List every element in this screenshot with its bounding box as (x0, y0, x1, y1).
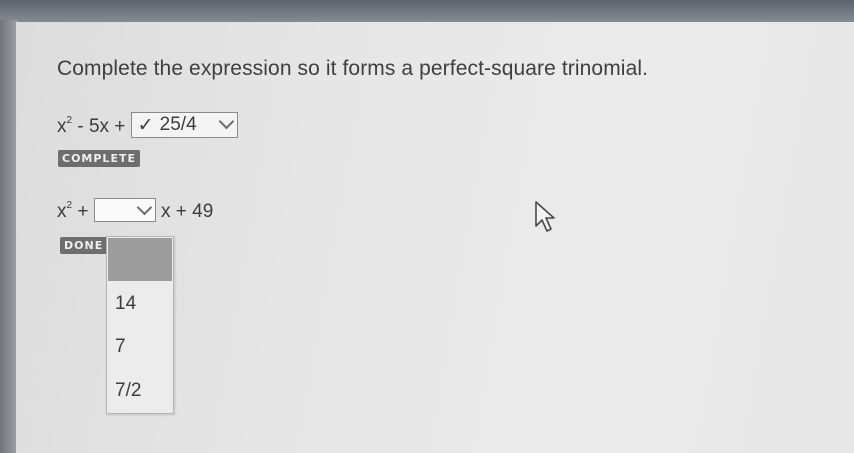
problem2-variable: x (57, 201, 67, 223)
check-icon: ✓ (137, 115, 154, 136)
problem1-answer-select[interactable]: ✓ 25/4 (130, 112, 238, 138)
problem1-variable: x (57, 116, 67, 138)
problem2-expression: x2 + x + 49 (57, 198, 214, 224)
browser-top-band (0, 0, 854, 24)
chevron-down-icon (136, 199, 152, 216)
problem1-exponent: 2 (66, 114, 73, 126)
dropdown-empty-option[interactable] (108, 238, 172, 281)
question-prompt: Complete the expression so it forms a pe… (57, 57, 649, 80)
mouse-cursor-icon (535, 201, 555, 232)
problem2-answer-select[interactable] (93, 198, 156, 222)
status-badge-complete: COMPLETE (58, 150, 140, 167)
problem1-selected-value: 25/4 (159, 114, 197, 135)
dropdown-option-7[interactable]: 7 (115, 336, 126, 358)
problem1-middle-term: - 5x + (72, 116, 131, 138)
problem2-exponent: 2 (66, 199, 73, 211)
problem2-plus: + (72, 201, 94, 223)
dropdown-option-14[interactable]: 14 (115, 293, 136, 315)
status-badge-done: DONE (60, 237, 112, 254)
dropdown-option-7-2[interactable]: 7/2 (115, 380, 141, 402)
problem1-expression: x2 - 5x + ✓ 25/4 (57, 112, 238, 140)
problem2-dropdown-menu: 14 7 7/2 (106, 236, 174, 414)
problem2-after-term: x + 49 (155, 201, 214, 223)
chevron-down-icon (218, 113, 234, 130)
